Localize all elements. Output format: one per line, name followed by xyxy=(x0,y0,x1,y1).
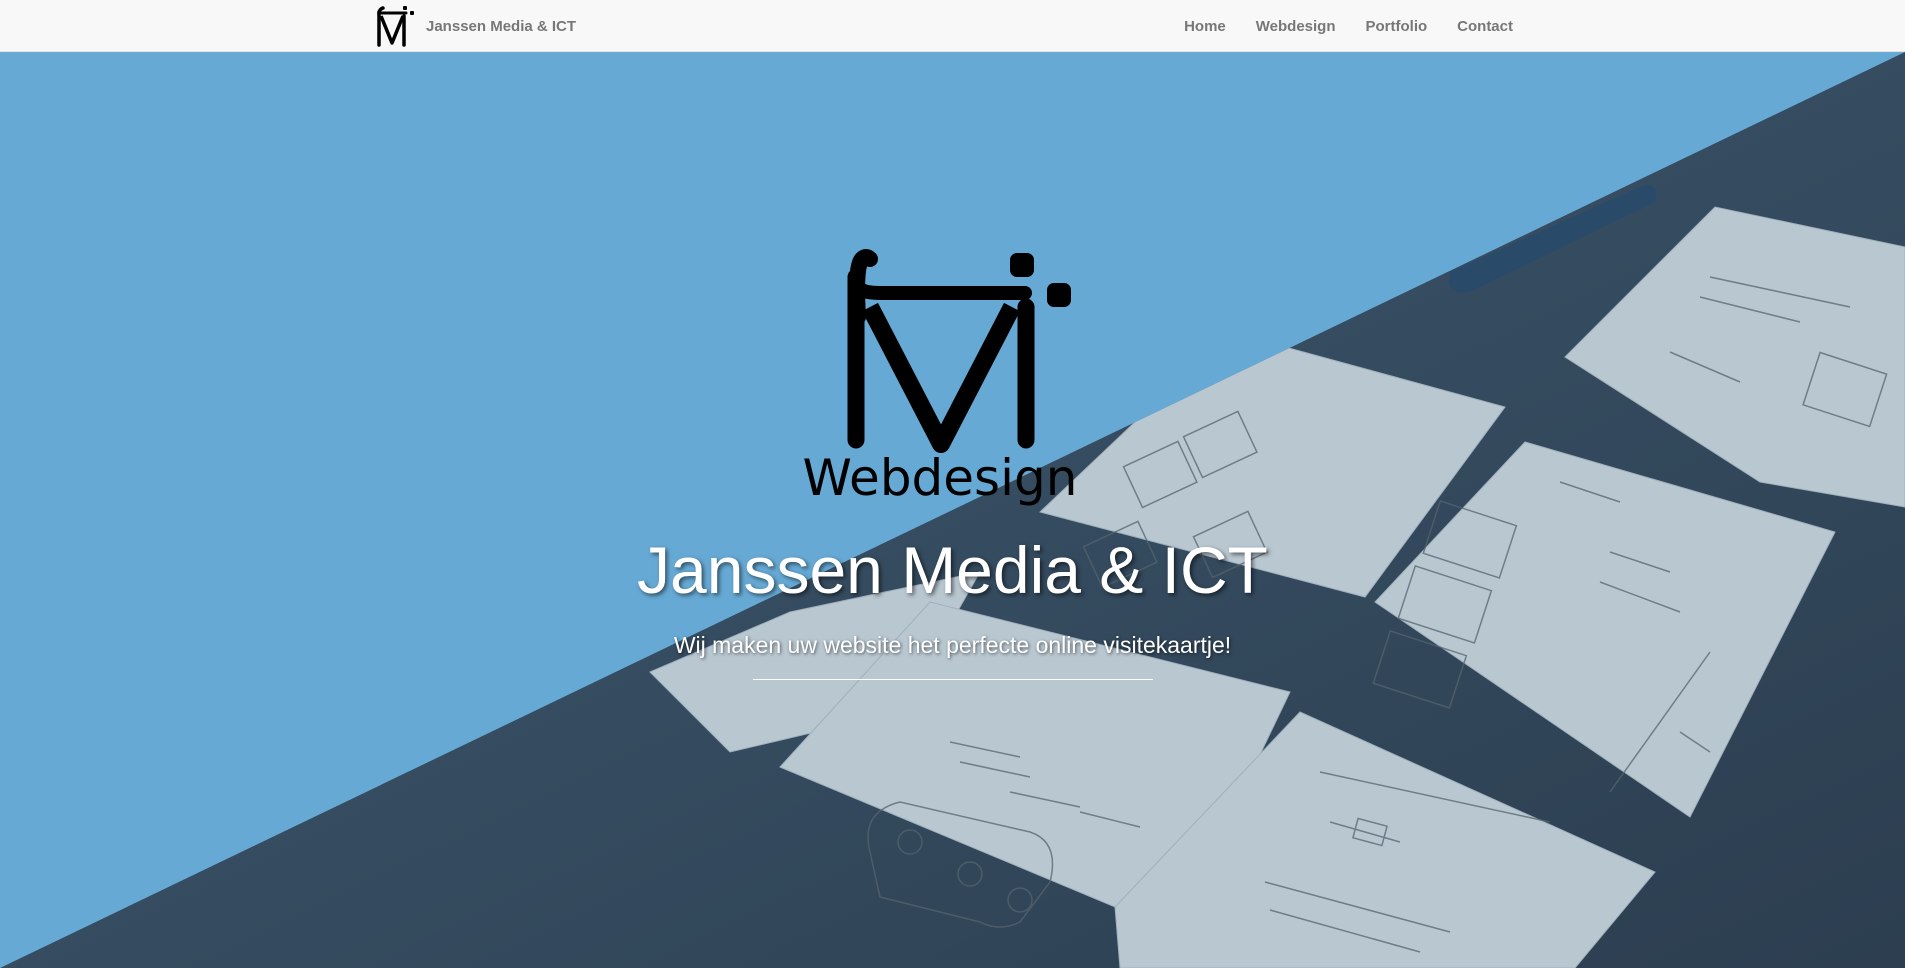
nav-home[interactable]: Home xyxy=(1184,18,1226,35)
hero-subtitle: Wij maken uw website het perfecte online… xyxy=(673,632,1232,658)
brand-name: Janssen Media & ICT xyxy=(426,17,577,35)
hero-section: Webdesign Janssen Media & ICT Wij maken … xyxy=(0,52,1905,968)
logo-wordmark: Webdesign xyxy=(803,449,1078,507)
hero-title: Janssen Media & ICT xyxy=(637,533,1268,607)
nav-webdesign[interactable]: Webdesign xyxy=(1256,18,1336,35)
nav-portfolio[interactable]: Portfolio xyxy=(1366,18,1428,35)
navbar: Janssen Media & ICT Home Webdesign Portf… xyxy=(0,0,1905,52)
hero-divider xyxy=(753,679,1153,680)
main-nav: Home Webdesign Portfolio Contact xyxy=(1154,0,1513,52)
nav-contact[interactable]: Contact xyxy=(1457,18,1513,35)
brand-link[interactable]: Janssen Media & ICT xyxy=(371,4,576,48)
jm-webdesign-logo-icon: Webdesign xyxy=(803,249,1078,507)
jm-logo-icon xyxy=(377,6,414,47)
hero-content: Webdesign Janssen Media & ICT Wij maken … xyxy=(0,52,1905,968)
